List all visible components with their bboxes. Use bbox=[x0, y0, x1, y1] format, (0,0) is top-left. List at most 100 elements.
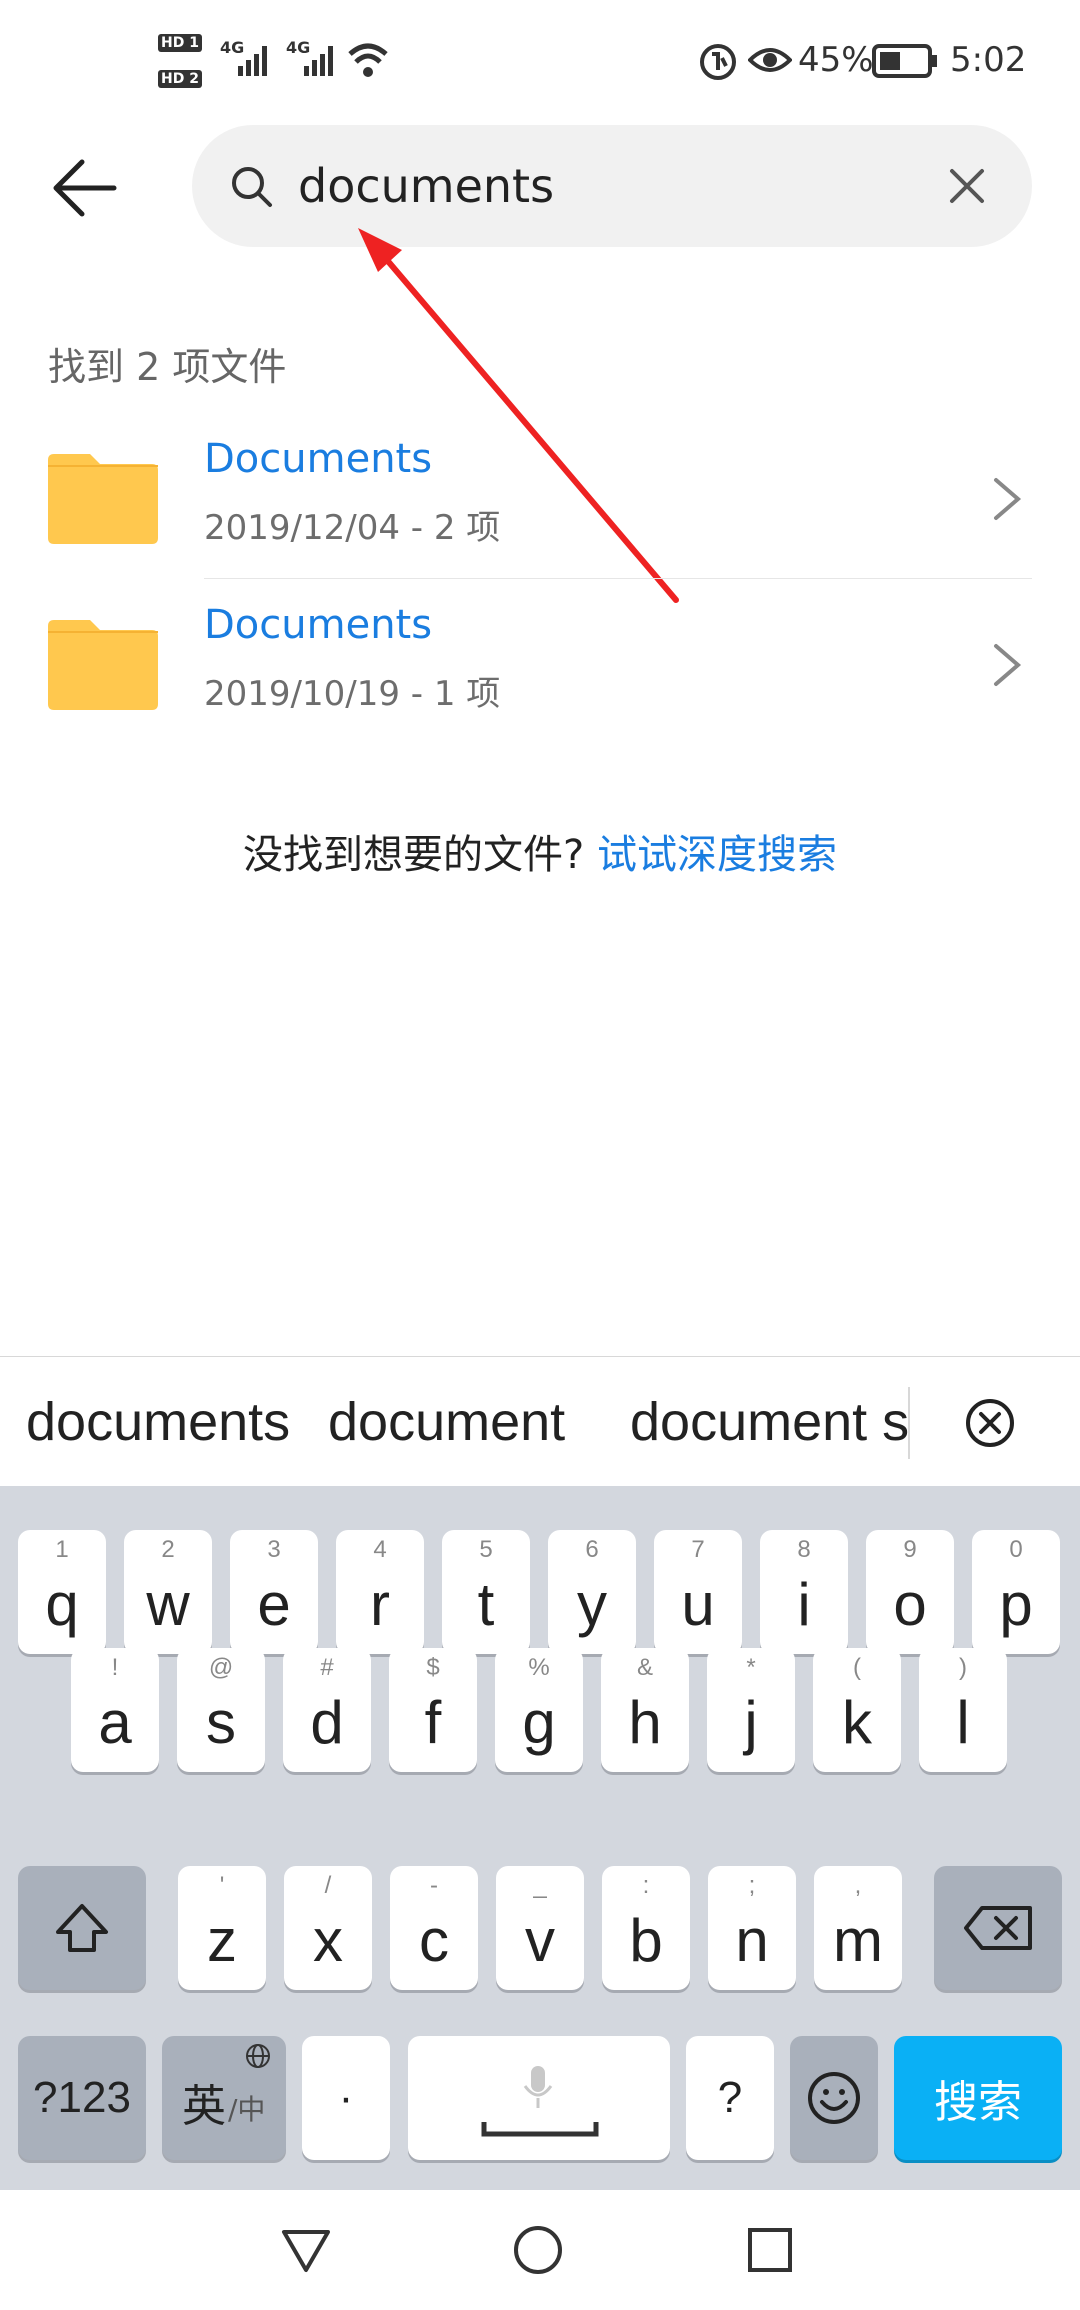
key-alt-label: ' bbox=[219, 1872, 225, 1899]
backspace-key[interactable] bbox=[934, 1866, 1062, 1990]
question-key-label: ? bbox=[717, 2073, 743, 2122]
key-f[interactable]: $ f bbox=[389, 1648, 477, 1772]
key-c[interactable]: -c bbox=[390, 1866, 478, 1990]
key-label: i bbox=[797, 1571, 811, 1638]
key-label: b bbox=[629, 1907, 663, 1974]
key-a[interactable]: ! a bbox=[71, 1648, 159, 1772]
key-alt-label: 0 bbox=[1009, 1536, 1023, 1563]
key-alt-label: 1 bbox=[55, 1536, 69, 1563]
chevron-right-icon bbox=[994, 644, 1022, 686]
key-alt-label: 8 bbox=[797, 1536, 811, 1563]
key-alt-label: ; bbox=[748, 1872, 756, 1899]
key-q[interactable]: 1q bbox=[18, 1530, 106, 1654]
key-u[interactable]: 7u bbox=[654, 1530, 742, 1654]
key-e[interactable]: 3e bbox=[230, 1530, 318, 1654]
key-alt-label: 2 bbox=[161, 1536, 175, 1563]
key-alt-label: @ bbox=[208, 1654, 234, 1681]
key-alt-label: 4 bbox=[373, 1536, 387, 1563]
key-z[interactable]: ' z bbox=[178, 1866, 266, 1990]
language-key-sub: /中 bbox=[228, 2093, 266, 2126]
language-key[interactable]: 英 /中 bbox=[162, 2036, 286, 2160]
question-key[interactable]: ? bbox=[686, 2036, 774, 2160]
space-bar-icon bbox=[481, 2122, 599, 2137]
key-x[interactable]: / x bbox=[284, 1866, 372, 1990]
key-alt-label: - bbox=[430, 1872, 438, 1899]
shift-key[interactable] bbox=[18, 1866, 146, 1990]
nav-recents-icon[interactable] bbox=[746, 2226, 794, 2274]
key-m[interactable]: ,m bbox=[814, 1866, 902, 1990]
key-alt-label: ! bbox=[111, 1654, 119, 1681]
suggestion-bar: documents document document s bbox=[0, 1356, 1080, 1487]
close-icon bbox=[950, 169, 984, 203]
language-key-main: 英 bbox=[182, 2081, 226, 2132]
clear-search-button[interactable] bbox=[942, 161, 992, 211]
period-key[interactable]: · bbox=[302, 2036, 390, 2160]
key-g[interactable]: % g bbox=[495, 1648, 583, 1772]
key-alt-label: & bbox=[636, 1654, 653, 1681]
result-title: Documents bbox=[204, 602, 433, 648]
key-s[interactable]: @ s bbox=[177, 1648, 265, 1772]
key-label: a bbox=[98, 1689, 132, 1756]
eye-comfort-icon bbox=[748, 48, 792, 72]
key-w[interactable]: 2w bbox=[124, 1530, 212, 1654]
key-o[interactable]: 9o bbox=[866, 1530, 954, 1654]
key-alt-label: ( bbox=[853, 1654, 861, 1681]
nav-back-icon[interactable] bbox=[280, 2226, 332, 2274]
key-d[interactable]: # d bbox=[283, 1648, 371, 1772]
key-alt-label: $ bbox=[426, 1654, 440, 1681]
nav-home-icon[interactable] bbox=[512, 2224, 564, 2276]
key-label: w bbox=[146, 1571, 190, 1638]
key-label: u bbox=[681, 1571, 715, 1638]
key-label: q bbox=[45, 1571, 79, 1638]
key-p[interactable]: 0p bbox=[972, 1530, 1060, 1654]
back-button[interactable] bbox=[48, 150, 124, 226]
shift-icon bbox=[56, 1904, 108, 1952]
key-label: j bbox=[744, 1689, 758, 1756]
key-i[interactable]: 8i bbox=[760, 1530, 848, 1654]
close-suggestions-button[interactable] bbox=[964, 1397, 1016, 1449]
key-b[interactable]: :b bbox=[602, 1866, 690, 1990]
key-v[interactable]: _ v bbox=[496, 1866, 584, 1990]
signal-icon-2 bbox=[304, 46, 333, 76]
hd2-badge: HD 2 bbox=[158, 70, 202, 88]
status-bar: HD 1 HD 2 4G 4G 45% 5:02 bbox=[0, 0, 1080, 120]
symbols-key-label: ?123 bbox=[33, 2073, 131, 2122]
search-key[interactable]: 搜索 bbox=[894, 2036, 1062, 2160]
key-t[interactable]: 5t bbox=[442, 1530, 530, 1654]
key-label: r bbox=[370, 1571, 390, 1638]
key-l[interactable]: ) l bbox=[919, 1648, 1007, 1772]
key-label: x bbox=[313, 1907, 343, 1974]
key-y[interactable]: 6y bbox=[548, 1530, 636, 1654]
result-row[interactable]: Documents 2019/12/04 - 2 项 bbox=[0, 414, 1080, 580]
key-k[interactable]: (k bbox=[813, 1648, 901, 1772]
symbols-key[interactable]: ?123 bbox=[18, 2036, 146, 2160]
key-label: d bbox=[310, 1689, 344, 1756]
key-label: m bbox=[833, 1907, 883, 1974]
globe-icon bbox=[246, 2044, 270, 2068]
key-alt-label: 3 bbox=[267, 1536, 281, 1563]
key-label: f bbox=[424, 1689, 442, 1756]
result-row[interactable]: Documents 2019/10/19 - 1 项 bbox=[0, 580, 1080, 746]
back-arrow-icon bbox=[53, 159, 117, 217]
suggestion-item[interactable]: documents bbox=[26, 1357, 290, 1487]
key-label: p bbox=[999, 1571, 1033, 1638]
battery-percent: 45% bbox=[798, 40, 874, 80]
key-n[interactable]: ; n bbox=[708, 1866, 796, 1990]
emoji-key[interactable] bbox=[790, 2036, 878, 2160]
key-h[interactable]: & h bbox=[601, 1648, 689, 1772]
folder-icon bbox=[48, 620, 158, 710]
key-r[interactable]: 4r bbox=[336, 1530, 424, 1654]
close-circle-icon bbox=[966, 1399, 1014, 1447]
suggestion-item[interactable]: document s bbox=[630, 1357, 909, 1487]
key-label: s bbox=[206, 1689, 236, 1756]
key-alt-label: / bbox=[324, 1872, 332, 1899]
microphone-icon bbox=[523, 2066, 553, 2108]
search-input[interactable] bbox=[298, 147, 918, 225]
space-key[interactable] bbox=[408, 2036, 670, 2160]
key-alt-label: % bbox=[528, 1654, 550, 1681]
divider bbox=[204, 578, 1032, 579]
suggestion-item[interactable]: document bbox=[328, 1357, 565, 1487]
deep-search-link[interactable]: 试试深度搜索 bbox=[597, 832, 837, 878]
key-j[interactable]: * j bbox=[707, 1648, 795, 1772]
result-meta: 2019/10/19 - 1 项 bbox=[204, 674, 501, 714]
